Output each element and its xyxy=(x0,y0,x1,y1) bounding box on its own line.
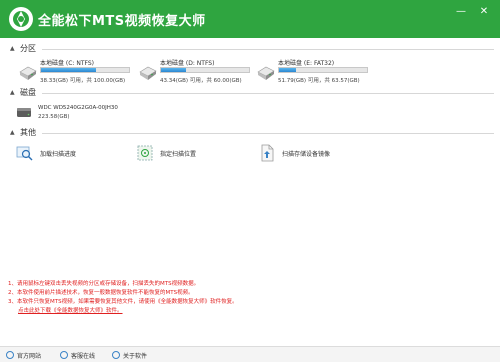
download-link[interactable]: 点击此处下载《全能数据恢复大师》软件。 xyxy=(8,307,488,316)
partition-name: 本地磁盘 (D: NTFS) xyxy=(160,60,215,67)
section-label-partitions: 分区 xyxy=(20,44,36,53)
footer-label: 关于软件 xyxy=(123,353,148,360)
disk-size: 223.58(GB) xyxy=(38,114,70,120)
hard-disk-icon xyxy=(17,108,31,117)
drive-icon xyxy=(139,66,157,80)
footer-label: 客服在线 xyxy=(71,353,96,360)
website-link[interactable]: 官方网站 xyxy=(6,350,56,360)
partition-size: 38.33(GB) 可用，共 100.00(GB) xyxy=(40,78,126,84)
partition-size: 43.34(GB) 可用，共 60.00(GB) xyxy=(160,78,242,84)
search-icon xyxy=(16,146,33,161)
minimize-button[interactable]: — xyxy=(455,6,467,18)
instructions: 1、请用鼠标左键双击丢失视频的分区或存储设备，扫描丢失的MTS视频数据。 2、本… xyxy=(8,280,488,316)
info-icon xyxy=(112,351,120,359)
footer-label: 官方网站 xyxy=(17,353,42,360)
section-label-disks: 磁盘 xyxy=(20,88,36,97)
app-title: 全能松下MTS视频恢复大师 xyxy=(38,14,206,29)
usage-bar xyxy=(160,67,250,73)
other-label: 指定扫描位置 xyxy=(160,151,197,158)
title-bar: 全能松下MTS视频恢复大师 — ✕ xyxy=(0,0,500,38)
partition-name: 本地磁盘 (C: NTFS) xyxy=(40,60,95,67)
specify-scan-location-button[interactable]: 指定扫描位置 xyxy=(136,144,246,164)
other-label: 加载扫描进度 xyxy=(40,151,77,158)
other-label: 扫描存储设备镜像 xyxy=(282,151,331,158)
disk-name: WDC WD5240G2G0A-00JH30 xyxy=(38,105,118,111)
drive-icon xyxy=(19,66,37,80)
usage-bar-fill xyxy=(279,68,296,72)
partitions-section-header[interactable]: ▲ 分区 xyxy=(0,42,500,56)
collapse-arrow-icon: ▲ xyxy=(10,45,15,52)
partition-name: 本地磁盘 (E: FAT32) xyxy=(278,60,335,67)
disk-item[interactable]: WDC WD5240G2G0A-00JH30 223.58(GB) xyxy=(16,104,176,126)
note-line: 3、本软件只恢复MTS视频，如果需要恢复其他文件，请使用《全能数据恢复大师》软件… xyxy=(8,299,238,305)
usage-bar-fill xyxy=(41,68,96,72)
load-scan-progress-button[interactable]: 加载扫描进度 xyxy=(16,144,126,164)
partition-size: 51.79(GB) 可用，共 63.57(GB) xyxy=(278,78,360,84)
disks-section-header[interactable]: ▲ 磁盘 xyxy=(0,86,500,100)
note-line: 2、本软件使用前片描述技术，恢复一般数据恢复软件不能恢复的MTS视频。 xyxy=(8,290,194,296)
target-icon xyxy=(137,145,153,161)
section-label-other: 其他 xyxy=(20,128,36,137)
divider xyxy=(42,49,494,50)
online-help-link[interactable]: 客服在线 xyxy=(60,350,110,360)
app-logo-icon xyxy=(9,7,33,31)
footer-bar: 官方网站 客服在线 关于软件 xyxy=(0,346,500,362)
collapse-arrow-icon: ▲ xyxy=(10,89,15,96)
about-link[interactable]: 关于软件 xyxy=(112,350,162,360)
usage-bar-fill xyxy=(161,68,186,72)
divider xyxy=(42,133,494,134)
collapse-arrow-icon: ▲ xyxy=(10,129,15,136)
drive-icon xyxy=(257,66,275,80)
file-icon xyxy=(261,144,274,162)
globe-icon xyxy=(6,351,14,359)
chat-icon xyxy=(60,351,68,359)
other-section-header[interactable]: ▲ 其他 xyxy=(0,126,500,140)
usage-bar xyxy=(278,67,368,73)
scan-device-image-button[interactable]: 扫描存储设备镜像 xyxy=(258,144,378,164)
close-button[interactable]: ✕ xyxy=(478,6,490,18)
usage-bar xyxy=(40,67,130,73)
note-line: 1、请用鼠标左键双击丢失视频的分区或存储设备，扫描丢失的MTS视频数据。 xyxy=(8,281,200,287)
divider xyxy=(42,93,494,94)
